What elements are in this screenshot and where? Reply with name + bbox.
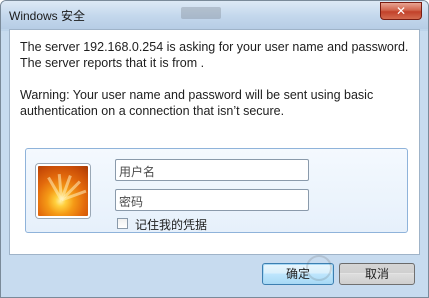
remember-label[interactable]: 记住我的凭据 [135,216,207,233]
username-placeholder: 用户名 [119,165,156,179]
windows-security-dialog: Windows 安全 ✕ The server 192.168.0.254 is… [0,0,429,298]
user-tile-flower-icon [36,164,90,218]
ok-button[interactable]: 确定 [262,263,334,285]
password-placeholder: 密码 [119,195,144,209]
window-title: Windows 安全 [9,9,86,23]
password-field[interactable]: 密码 [115,189,309,211]
credential-panel: 用户名 密码 记住我的凭据 [25,148,408,233]
server-message: The server 192.168.0.254 is asking for y… [20,40,409,70]
username-field[interactable]: 用户名 [115,159,309,181]
dialog-content: The server 192.168.0.254 is asking for y… [9,29,420,255]
security-warning: Warning: Your user name and password wil… [20,88,374,118]
close-button[interactable]: ✕ [380,2,422,20]
cancel-button[interactable]: 取消 [339,263,415,285]
title-bar[interactable]: Windows 安全 ✕ [1,1,428,29]
close-icon: ✕ [395,4,407,18]
blurred-title-region [181,7,221,19]
remember-checkbox[interactable] [117,218,128,229]
